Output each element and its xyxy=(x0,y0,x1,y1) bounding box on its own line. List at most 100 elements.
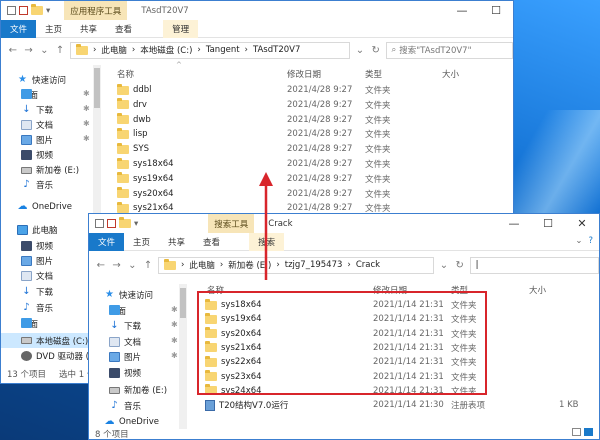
drive-icon xyxy=(21,337,32,344)
search-box[interactable]: ⌕ 搜索"TAsdT20V7" xyxy=(385,41,513,59)
column-date[interactable]: 修改日期 xyxy=(287,68,321,80)
new-folder-icon[interactable] xyxy=(31,4,43,15)
file-row[interactable]: lisp 2021/4/28 9:27 文件夹 xyxy=(1,127,481,141)
file-name: SYS xyxy=(117,142,149,154)
checkbox-icon[interactable] xyxy=(19,6,28,15)
recent-chevron-icon[interactable]: ⌄ xyxy=(38,45,50,56)
file-name: sys18x64 xyxy=(117,157,174,169)
address-bar[interactable]: › 此电脑 › 新加卷 (E:) › tzjg7_195473 › Crack xyxy=(157,256,435,274)
tab-share[interactable]: 共享 xyxy=(71,20,106,38)
folder-icon xyxy=(117,142,129,154)
large-icons-view-icon[interactable] xyxy=(584,428,593,436)
up-arrow-icon[interactable]: ↑ xyxy=(142,260,154,271)
qa-chevron-icon[interactable]: ▾ xyxy=(134,219,138,229)
annotation-arrow xyxy=(259,172,273,280)
tab-home[interactable]: 主页 xyxy=(124,233,159,251)
refresh-icon[interactable]: ↻ xyxy=(370,45,382,56)
sidebar-item-music[interactable]: ♪ 音乐 xyxy=(21,302,53,315)
tab-file[interactable]: 文件 xyxy=(1,19,37,38)
properties-icon[interactable] xyxy=(7,6,16,15)
file-date: 2021/4/28 9:27 xyxy=(287,114,353,125)
qa-chevron-icon[interactable]: ▾ xyxy=(46,6,50,16)
tab-share[interactable]: 共享 xyxy=(159,233,194,251)
column-name[interactable]: 名称 xyxy=(117,68,134,80)
search-icon: ⌕ xyxy=(391,45,397,55)
tab-view[interactable]: 查看 xyxy=(194,233,229,251)
recent-chevron-icon[interactable]: ⌄ xyxy=(126,260,138,271)
status-item-count: 13 个项目 xyxy=(7,370,47,380)
maximize-icon[interactable]: ☐ xyxy=(531,214,565,233)
refresh-icon[interactable]: ↻ xyxy=(454,260,466,271)
breadcrumb-sep-icon: › xyxy=(180,260,185,270)
minimize-icon[interactable]: — xyxy=(445,1,479,20)
breadcrumb-tangent[interactable]: Tangent xyxy=(206,45,240,55)
breadcrumb-crack[interactable]: Crack xyxy=(356,260,380,270)
file-name: sys19x64 xyxy=(117,172,174,184)
breadcrumb-drive-c[interactable]: 本地磁盘 (C:) xyxy=(140,44,192,56)
minimize-icon[interactable]: — xyxy=(497,214,531,233)
file-row[interactable]: drv 2021/4/28 9:27 文件夹 xyxy=(1,98,481,111)
file-row[interactable]: dwb 2021/4/28 9:27 文件夹 xyxy=(1,113,481,126)
file-row[interactable]: SYS 2021/4/28 9:27 文件夹 xyxy=(1,142,481,155)
column-size[interactable]: 大小 xyxy=(529,284,546,296)
file-row[interactable]: sys20x64 2021/4/28 9:27 文件夹 xyxy=(1,187,481,200)
checkbox-icon[interactable] xyxy=(107,219,116,228)
window-controls: — ☐ ✕ xyxy=(497,214,599,233)
details-view-icon[interactable] xyxy=(572,428,581,436)
breadcrumb-this-pc[interactable]: 此电脑 xyxy=(101,44,127,56)
back-arrow-icon[interactable]: ← xyxy=(95,260,107,271)
breadcrumb-sep-icon: › xyxy=(92,45,97,55)
up-arrow-icon[interactable]: ↑ xyxy=(54,45,66,56)
sidebar-item-desktop[interactable]: 桌面 xyxy=(21,318,38,330)
file-name: ddbl xyxy=(117,83,152,95)
tab-manage[interactable]: 管理 xyxy=(163,19,199,38)
search-box[interactable]: | xyxy=(469,256,599,274)
breadcrumb-sep-icon: › xyxy=(244,45,248,55)
back-arrow-icon[interactable]: ← xyxy=(7,45,19,56)
folder-icon xyxy=(117,83,129,95)
properties-icon[interactable] xyxy=(95,219,104,228)
sidebar-item-drive-c[interactable]: 本地磁盘 (C:) xyxy=(1,333,93,348)
file-type: 文件夹 xyxy=(365,160,391,170)
file-type: 文件夹 xyxy=(365,86,391,96)
sidebar-item-downloads[interactable]: ↓ 下载 xyxy=(21,286,53,299)
file-row[interactable]: ddbl 2021/4/28 9:27 文件夹 xyxy=(1,83,481,96)
file-row[interactable]: T20结构V7.0运行 2021/1/14 21:30 注册表项 1 KB xyxy=(89,399,579,411)
sidebar-item-documents[interactable]: 文档 xyxy=(21,270,53,282)
file-row[interactable]: sys19x64 2021/4/28 9:27 文件夹 xyxy=(1,172,481,185)
tab-view[interactable]: 查看 xyxy=(106,20,141,38)
help-icon[interactable]: ? xyxy=(588,236,593,246)
column-type[interactable]: 类型 xyxy=(365,68,382,80)
sidebar-item-dvd[interactable]: DVD 驱动器 (D xyxy=(21,350,96,362)
breadcrumb-this-pc[interactable]: 此电脑 xyxy=(189,259,215,271)
breadcrumb-tasdt20v7[interactable]: TAsdT20V7 xyxy=(253,45,300,55)
maximize-icon[interactable]: ☐ xyxy=(479,1,513,20)
file-date: 2021/4/28 9:27 xyxy=(287,203,353,214)
address-dropdown-icon[interactable]: ⌄ xyxy=(438,260,450,271)
sidebar-item-pictures[interactable]: 图片 xyxy=(21,255,53,267)
forward-arrow-icon[interactable]: → xyxy=(23,45,35,56)
breadcrumb-tzjg7[interactable]: tzjg7_195473 xyxy=(285,260,343,270)
file-date: 2021/4/28 9:27 xyxy=(287,129,353,140)
file-date: 2021/4/28 9:27 xyxy=(287,173,353,184)
breadcrumb-sep-icon: › xyxy=(131,45,136,55)
tab-file[interactable]: 文件 xyxy=(89,232,125,251)
file-date: 2021/4/28 9:27 xyxy=(287,144,353,155)
videos-icon xyxy=(21,241,32,251)
sidebar-item-videos[interactable]: 视频 xyxy=(21,240,53,252)
context-tab-search-tools[interactable]: 搜索工具 xyxy=(208,214,255,233)
address-dropdown-icon[interactable]: ⌄ xyxy=(354,45,366,56)
file-row[interactable]: sys18x64 2021/4/28 9:27 文件夹 xyxy=(1,157,481,170)
sidebar-item-onedrive[interactable]: ☁ OneDrive xyxy=(104,417,159,428)
ribbon-expand-icon[interactable]: ⌄ xyxy=(575,236,582,246)
close-icon[interactable]: ✕ xyxy=(565,214,599,233)
tab-home[interactable]: 主页 xyxy=(36,20,71,38)
new-folder-icon[interactable] xyxy=(119,217,131,228)
file-type: 文件夹 xyxy=(365,130,391,141)
forward-arrow-icon[interactable]: → xyxy=(111,260,123,271)
file-name: sys20x64 xyxy=(117,187,174,199)
context-tab-app-tools[interactable]: 应用程序工具 xyxy=(64,1,128,20)
column-size[interactable]: 大小 xyxy=(442,68,459,80)
sort-chevron-icon: ^ xyxy=(176,61,182,69)
address-bar[interactable]: › 此电脑 › 本地磁盘 (C:) › Tangent › TAsdT20V7 xyxy=(69,41,351,59)
